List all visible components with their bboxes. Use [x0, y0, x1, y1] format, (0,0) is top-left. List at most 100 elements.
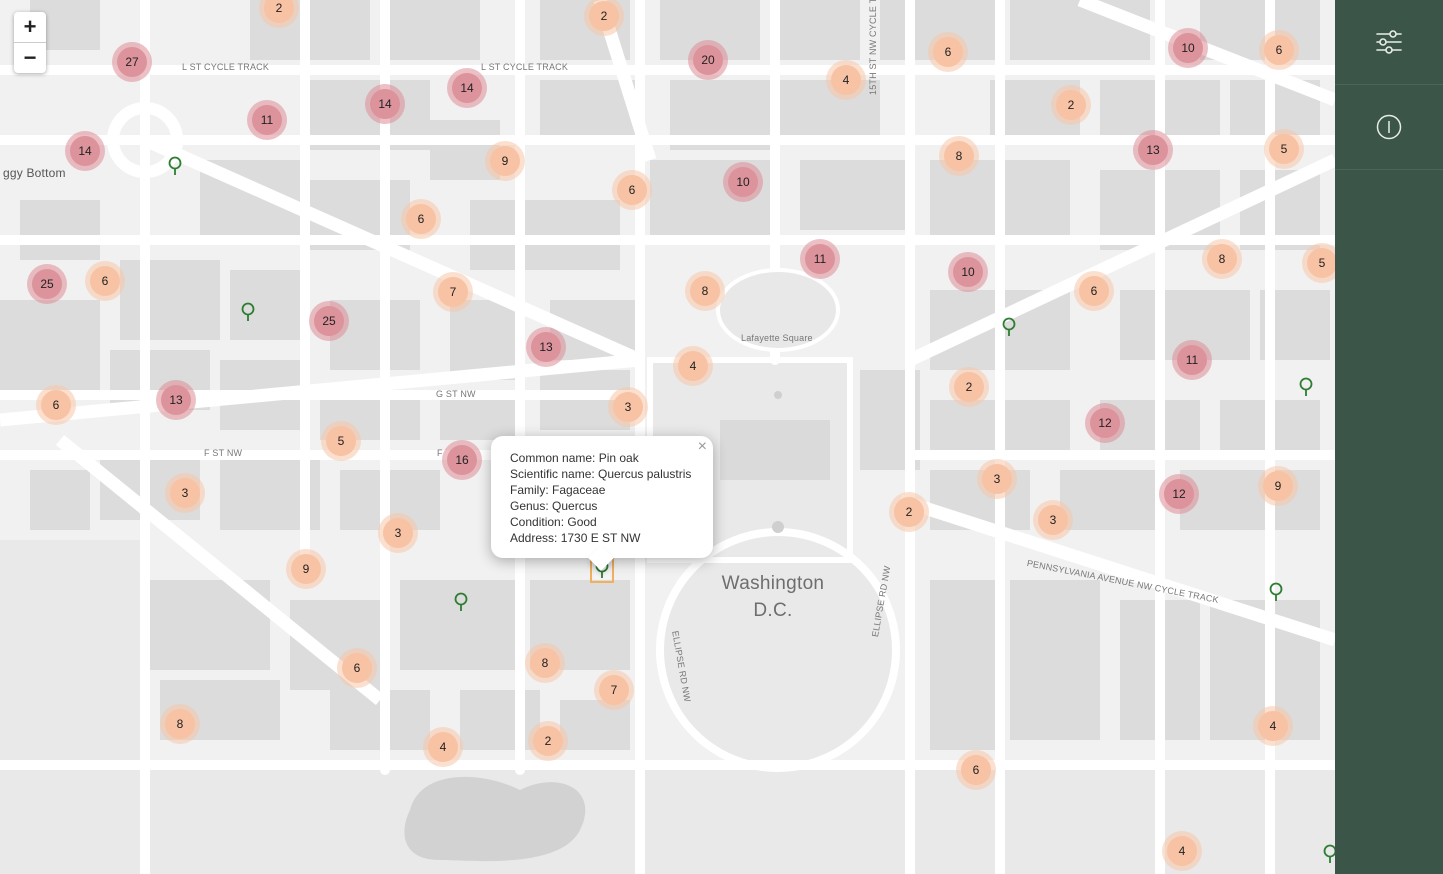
- tree-cluster[interactable]: 14: [365, 84, 405, 124]
- cluster-count: 4: [428, 732, 458, 762]
- tree-cluster[interactable]: 6: [1259, 30, 1299, 70]
- tree-cluster[interactable]: 4: [673, 346, 713, 386]
- tree-cluster[interactable]: 2: [1051, 85, 1091, 125]
- tree-cluster[interactable]: 10: [1168, 28, 1208, 68]
- tree-marker[interactable]: [1001, 317, 1017, 337]
- tree-cluster[interactable]: 25: [27, 264, 67, 304]
- tree-cluster[interactable]: 25: [309, 301, 349, 341]
- tree-cluster[interactable]: 3: [1033, 500, 1073, 540]
- cluster-count: 9: [291, 554, 321, 584]
- cluster-count: 3: [383, 518, 413, 548]
- tree-cluster[interactable]: 6: [85, 261, 125, 301]
- tree-cluster[interactable]: 8: [525, 643, 565, 683]
- tree-cluster[interactable]: 14: [447, 68, 487, 108]
- cluster-count: 7: [599, 675, 629, 705]
- zoom-out-button[interactable]: −: [14, 42, 46, 73]
- cluster-count: 4: [1167, 836, 1197, 866]
- tree-icon: [1002, 317, 1016, 336]
- tree-cluster[interactable]: 2: [889, 492, 929, 532]
- street-label: L ST CYCLE TRACK: [481, 62, 569, 72]
- popup-common-name: Common name: Pin oak: [510, 451, 639, 465]
- tree-cluster[interactable]: 6: [928, 32, 968, 72]
- tree-cluster[interactable]: 6: [401, 199, 441, 239]
- tree-marker[interactable]: [1322, 844, 1335, 864]
- cluster-count: 20: [693, 45, 723, 75]
- tree-cluster[interactable]: 10: [723, 162, 763, 202]
- cluster-count: 8: [1207, 244, 1237, 274]
- tree-marker[interactable]: [1298, 377, 1314, 397]
- tree-cluster[interactable]: 3: [165, 473, 205, 513]
- popup-close-button[interactable]: ×: [698, 439, 707, 455]
- tree-marker[interactable]: [453, 592, 469, 612]
- street-label: G ST NW: [436, 389, 476, 399]
- tree-cluster[interactable]: 8: [160, 704, 200, 744]
- tree-cluster[interactable]: 9: [485, 141, 525, 181]
- tree-cluster[interactable]: 6: [36, 385, 76, 425]
- tree-cluster[interactable]: 6: [337, 648, 377, 688]
- tree-cluster[interactable]: 10: [948, 252, 988, 292]
- tree-cluster[interactable]: 5: [321, 421, 361, 461]
- tree-cluster[interactable]: 11: [1172, 340, 1212, 380]
- tree-cluster[interactable]: 4: [1253, 706, 1293, 746]
- cluster-count: 10: [728, 167, 758, 197]
- cluster-count: 6: [1264, 35, 1294, 65]
- cluster-count: 6: [41, 390, 71, 420]
- tree-cluster[interactable]: 3: [378, 513, 418, 553]
- tree-cluster[interactable]: 6: [1074, 271, 1114, 311]
- cluster-count: 3: [1038, 505, 1068, 535]
- cluster-count: 8: [690, 276, 720, 306]
- tree-cluster[interactable]: 12: [1085, 403, 1125, 443]
- tree-marker[interactable]: [1268, 582, 1284, 602]
- tree-cluster[interactable]: 6: [612, 170, 652, 210]
- tree-cluster[interactable]: 8: [1202, 239, 1242, 279]
- tree-cluster[interactable]: 4: [423, 727, 463, 767]
- map-canvas[interactable]: ggy Bottom L ST CYCLE TRACK L ST CYCLE T…: [0, 0, 1335, 874]
- tree-cluster[interactable]: 13: [1133, 130, 1173, 170]
- tree-cluster[interactable]: 7: [594, 670, 634, 710]
- cluster-count: 6: [617, 175, 647, 205]
- tree-marker[interactable]: [167, 156, 183, 176]
- tree-cluster[interactable]: 9: [1258, 466, 1298, 506]
- cluster-count: 13: [531, 332, 561, 362]
- tree-cluster[interactable]: 8: [685, 271, 725, 311]
- cluster-count: 25: [32, 269, 62, 299]
- cluster-count: 6: [961, 755, 991, 785]
- filter-button[interactable]: [1335, 0, 1443, 85]
- tree-cluster[interactable]: 3: [977, 459, 1017, 499]
- tree-cluster[interactable]: 3: [608, 387, 648, 427]
- popup-scientific-name: Scientific name: Quercus palustris: [510, 467, 692, 481]
- zoom-in-button[interactable]: +: [14, 12, 46, 42]
- cluster-count: 25: [314, 306, 344, 336]
- tree-cluster[interactable]: 13: [526, 327, 566, 367]
- cluster-count: 8: [530, 648, 560, 678]
- tree-cluster[interactable]: 11: [247, 100, 287, 140]
- cluster-count: 5: [326, 426, 356, 456]
- cluster-count: 3: [170, 478, 200, 508]
- tree-cluster[interactable]: 14: [65, 131, 105, 171]
- tree-cluster[interactable]: 27: [112, 42, 152, 82]
- tree-cluster[interactable]: 4: [826, 60, 866, 100]
- tree-cluster[interactable]: 11: [800, 239, 840, 279]
- tree-cluster[interactable]: 5: [1264, 129, 1304, 169]
- tree-icon: [1323, 844, 1335, 863]
- tree-marker[interactable]: [240, 302, 256, 322]
- zoom-control: + −: [14, 12, 46, 73]
- cluster-count: 14: [70, 136, 100, 166]
- tree-cluster[interactable]: 16: [442, 440, 482, 480]
- tree-cluster[interactable]: 12: [1159, 474, 1199, 514]
- tree-cluster[interactable]: 13: [156, 380, 196, 420]
- tree-cluster[interactable]: 5: [1302, 243, 1335, 283]
- tree-cluster[interactable]: 2: [949, 367, 989, 407]
- tree-cluster[interactable]: 4: [1162, 831, 1202, 871]
- tree-cluster[interactable]: 8: [939, 136, 979, 176]
- cluster-count: 27: [117, 47, 147, 77]
- tree-cluster[interactable]: 6: [956, 750, 996, 790]
- popup-genus: Genus: Quercus: [510, 499, 598, 513]
- tree-cluster[interactable]: 9: [286, 549, 326, 589]
- tree-cluster[interactable]: 20: [688, 40, 728, 80]
- tree-cluster[interactable]: 7: [433, 272, 473, 312]
- popup-address: Address: 1730 E ST NW: [510, 531, 641, 545]
- tree-cluster[interactable]: 2: [528, 721, 568, 761]
- cluster-count: 4: [1258, 711, 1288, 741]
- info-button[interactable]: [1335, 85, 1443, 170]
